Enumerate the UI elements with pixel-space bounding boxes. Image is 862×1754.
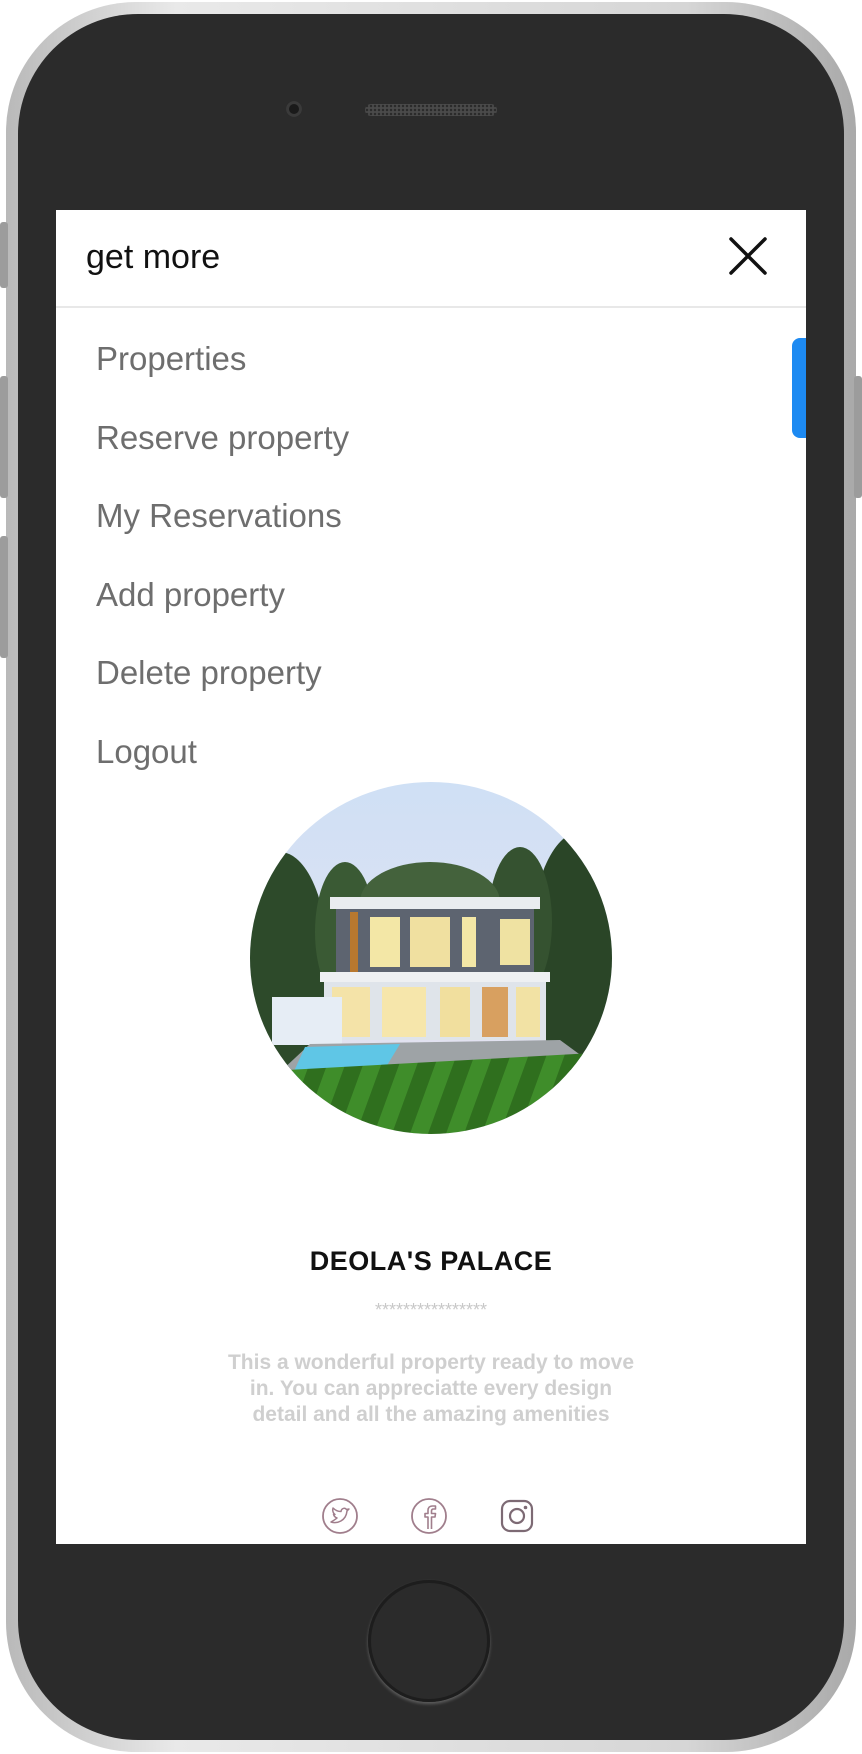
menu-item-add-property[interactable]: Add property: [96, 556, 349, 635]
mute-switch: [0, 222, 8, 288]
property-title: DEOLA'S PALACE: [309, 1246, 553, 1276]
nav-menu: Properties Reserve property My Reservati…: [96, 320, 349, 791]
property-rating: ****************: [374, 1300, 488, 1320]
volume-down-button: [0, 536, 8, 658]
menu-item-logout[interactable]: Logout: [96, 713, 349, 792]
twitter-icon[interactable]: [320, 1496, 360, 1536]
facebook-icon[interactable]: [409, 1496, 449, 1536]
app-screen: get more Properties Reserve property My …: [56, 210, 806, 1544]
volume-up-button: [0, 376, 8, 498]
property-description: This a wonderful property ready to move …: [227, 1351, 635, 1426]
menu-item-my-reservations[interactable]: My Reservations: [96, 477, 349, 556]
close-icon[interactable]: [728, 236, 768, 276]
scroll-indicator[interactable]: [792, 338, 806, 438]
menu-item-reserve-property[interactable]: Reserve property: [96, 399, 349, 478]
menu-item-delete-property[interactable]: Delete property: [96, 634, 349, 713]
front-camera: [286, 101, 302, 117]
earpiece-speaker: [365, 104, 497, 116]
top-bar: get more: [56, 210, 806, 308]
instagram-icon[interactable]: [497, 1496, 537, 1536]
menu-item-properties[interactable]: Properties: [96, 320, 349, 399]
brand-logo[interactable]: get more: [86, 238, 220, 277]
power-button: [854, 376, 862, 498]
property-image: [250, 782, 612, 1134]
home-button[interactable]: [368, 1580, 490, 1702]
